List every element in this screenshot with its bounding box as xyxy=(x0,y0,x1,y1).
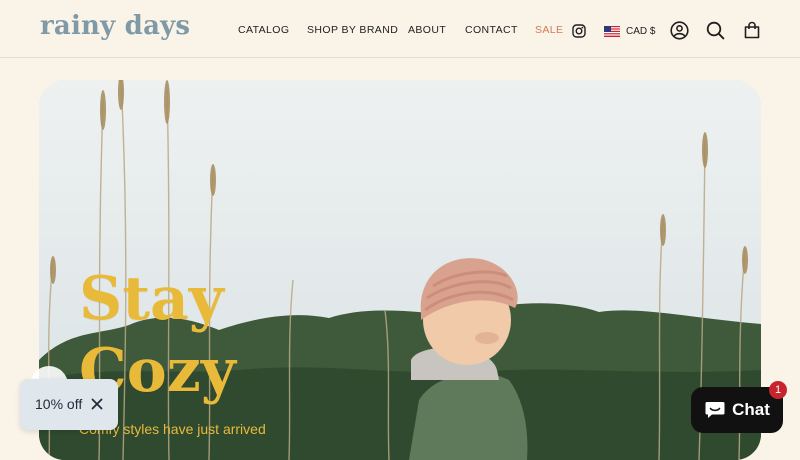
nav-shop-by-brand[interactable]: SHOP BY BRAND xyxy=(307,24,398,36)
nav-contact[interactable]: CONTACT xyxy=(465,24,518,36)
hero-banner[interactable]: Stay Cozy Comfy styles have just arrived xyxy=(39,80,761,460)
nav-catalog[interactable]: CATALOG xyxy=(238,24,289,36)
instagram-icon[interactable] xyxy=(572,24,586,43)
close-icon[interactable] xyxy=(91,397,103,415)
chat-badge: 1 xyxy=(769,381,787,399)
discount-popup[interactable]: 10% off xyxy=(20,379,118,430)
currency-selector[interactable]: CAD $ xyxy=(604,24,655,38)
cart-icon[interactable] xyxy=(743,21,761,44)
chat-bubble-icon xyxy=(705,402,725,418)
hero-title-line-1: Stay xyxy=(79,264,224,334)
discount-label[interactable]: 10% off xyxy=(35,396,82,412)
nav-sale[interactable]: SALE xyxy=(535,24,563,36)
search-icon[interactable] xyxy=(706,21,725,45)
site-header: rainy days CATALOG SHOP BY BRAND ABOUT C… xyxy=(0,0,800,58)
chat-label: Chat xyxy=(732,400,770,419)
currency-label: CAD $ xyxy=(626,25,656,37)
account-icon[interactable] xyxy=(670,21,689,45)
nav-about[interactable]: ABOUT xyxy=(408,24,446,36)
us-flag-icon xyxy=(604,25,620,37)
